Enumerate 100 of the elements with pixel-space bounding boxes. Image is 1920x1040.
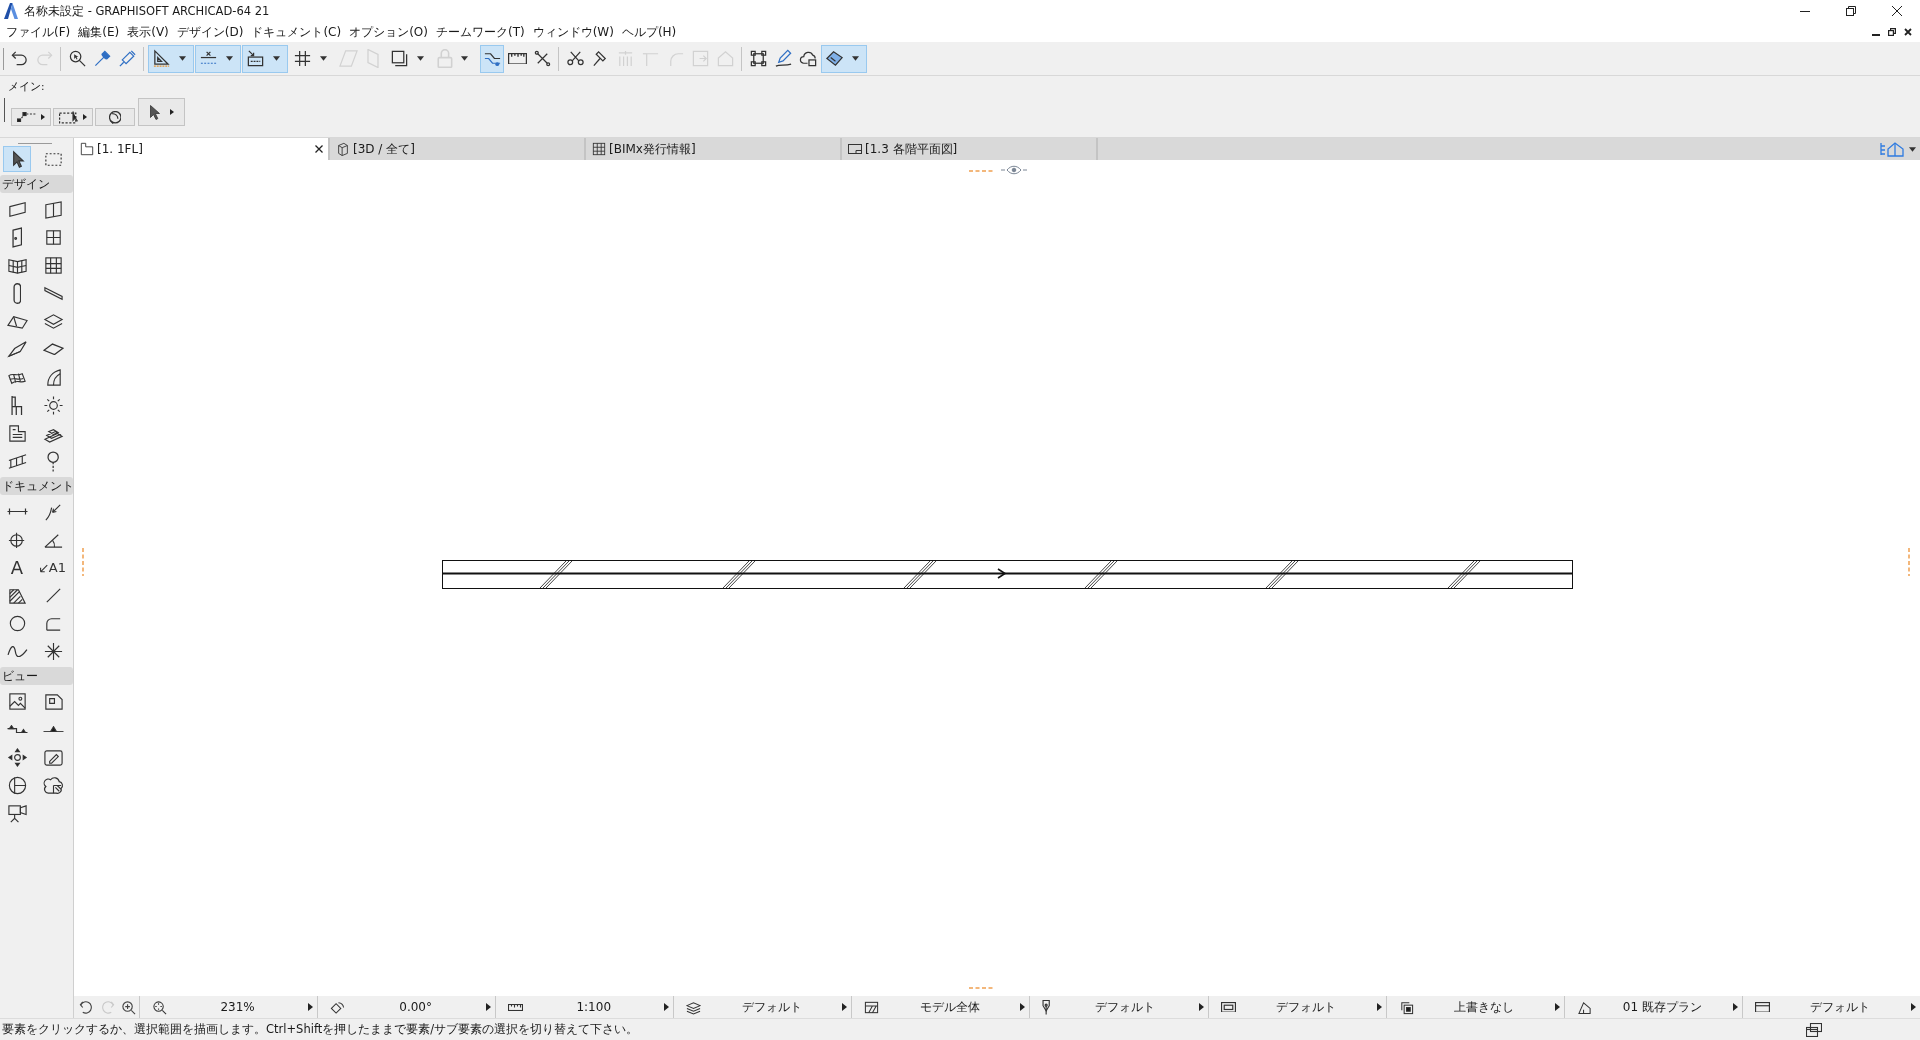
table-grid-icon <box>592 142 606 156</box>
section-header: ビュー <box>0 667 73 685</box>
sun-icon <box>42 394 64 416</box>
starburst-icon <box>42 640 64 662</box>
arrow-icon <box>40 564 48 573</box>
tree-house-icon <box>1879 141 1905 157</box>
tab[interactable]: [1. 1FL] <box>74 138 330 160</box>
dropdown-arrow-icon <box>226 56 233 61</box>
menu-item[interactable]: 編集(E) <box>74 23 124 41</box>
menu-item[interactable]: デザイン(D) <box>172 23 248 41</box>
overlapping-windows-icon[interactable] <box>1806 1022 1822 1037</box>
cube-icon <box>336 142 350 156</box>
redo-icon <box>100 999 115 1015</box>
camera-icon <box>6 802 28 824</box>
door-icon <box>11 226 23 248</box>
menu-item[interactable]: ドキュメント(C) <box>247 23 346 41</box>
image-icon <box>6 690 28 712</box>
circle-swirl-button[interactable] <box>95 108 135 126</box>
set-square-button[interactable] <box>148 44 194 73</box>
lined-sheet-icon <box>6 422 28 444</box>
caret-icon <box>1020 1003 1026 1011</box>
plan-sheet-icon <box>80 142 94 156</box>
menu-item[interactable]: チームワーク(T) <box>431 23 529 41</box>
text-tool-button[interactable]: A <box>3 554 31 580</box>
rotated-square-icon <box>330 999 346 1015</box>
dimension-icon <box>6 507 28 515</box>
dropdown-arrow-icon <box>417 56 424 61</box>
framed-rect-icon <box>1220 1001 1236 1013</box>
caret-icon <box>842 1003 848 1011</box>
dashed-rect-arrow-button[interactable] <box>53 108 93 126</box>
hatched-box-icon <box>864 999 880 1015</box>
dashed-marker-icon <box>81 548 85 576</box>
caret-icon <box>308 1003 314 1011</box>
window-title: 名称未設定 - GRAPHISOFT ARCHICAD-64 21 <box>24 3 270 19</box>
bar-rect-icon <box>1754 1001 1770 1013</box>
dropdown-arrow-icon <box>852 56 859 61</box>
dashed-polyline-button[interactable] <box>11 108 51 126</box>
caret-icon <box>1198 1003 1204 1011</box>
caret-icon <box>1910 1003 1916 1011</box>
spline-icon <box>6 645 28 657</box>
quartered-circle-icon <box>6 774 28 796</box>
caret-icon <box>82 114 87 120</box>
caret-icon <box>1376 1003 1382 1011</box>
coordinate-box-button[interactable] <box>242 44 288 73</box>
section-header: ドキュメント <box>0 477 73 495</box>
section-header: デザイン <box>0 175 73 193</box>
dropdown-arrow-icon <box>179 56 186 61</box>
house-icon <box>1576 999 1592 1015</box>
menu-item[interactable]: ウィンドウ(W) <box>528 23 618 41</box>
tool-button[interactable] <box>3 146 31 172</box>
info-box-label: メイン: <box>8 79 45 93</box>
zoom-area-icon <box>152 999 167 1015</box>
dropdown-arrow-icon <box>460 56 468 61</box>
circle-swirl-icon <box>108 110 122 124</box>
column-icon <box>12 282 22 304</box>
rhombus-button[interactable] <box>821 44 867 73</box>
elevation-icon <box>42 725 64 733</box>
overlapping-squares-icon <box>1398 999 1414 1015</box>
section-marks-icon <box>6 724 28 734</box>
pointer-icon <box>149 104 160 120</box>
hatched-cloud-icon <box>42 774 64 796</box>
close-icon[interactable] <box>1904 28 1912 36</box>
menu-item[interactable]: 表示(V) <box>123 23 173 41</box>
eye-marker-icon <box>1001 165 1027 175</box>
layout-sheet-icon <box>848 144 862 154</box>
zoom-in-icon <box>121 999 136 1015</box>
restore-icon[interactable] <box>1888 28 1896 36</box>
close-icon[interactable] <box>315 145 323 153</box>
pin-marker-icon <box>46 450 60 472</box>
dropdown-arrow-icon <box>273 56 280 61</box>
pointer-button[interactable] <box>138 98 185 126</box>
close-icon <box>1892 6 1902 16</box>
skewed-panel-icon <box>6 338 28 360</box>
grid-panel-icon <box>42 254 64 276</box>
label-tool-button[interactable]: A1 <box>39 554 67 580</box>
pen-nib-icon <box>1042 999 1051 1015</box>
dropdown-arrow-icon <box>1909 146 1916 152</box>
layers-icon <box>686 999 702 1015</box>
stepped-lines-button[interactable] <box>480 44 504 73</box>
caret-icon <box>1732 1003 1738 1011</box>
caret-icon <box>41 114 45 120</box>
dashed-rect-arrow-icon <box>59 110 79 124</box>
caret-icon <box>169 109 174 115</box>
ruler-icon <box>508 1003 524 1011</box>
guide-lines-button[interactable] <box>195 44 241 73</box>
menu-item[interactable]: ヘルプ(H) <box>617 23 681 41</box>
menu-item[interactable]: ファイル(F) <box>2 23 75 41</box>
undo-icon <box>79 999 94 1015</box>
slab-icon <box>42 342 64 356</box>
four-arrows-icon <box>6 746 28 768</box>
split-panel-icon <box>42 198 64 220</box>
caret-icon <box>486 1003 492 1011</box>
dashed-polyline-icon <box>17 111 37 123</box>
dashed-marker-icon <box>1907 548 1911 576</box>
minimize-icon <box>1800 10 1810 12</box>
app-logo-icon <box>4 3 18 19</box>
restore-icon <box>1846 6 1856 16</box>
dashed-marker-icon <box>969 986 993 990</box>
menu-item[interactable]: オプション(O) <box>345 23 432 41</box>
status-message: 要素をクリックするか、選択範囲を描画します。Ctrl+Shiftを押したままで要素/サブ要素の選択を切り替えて下さい。 <box>2 1022 639 1037</box>
